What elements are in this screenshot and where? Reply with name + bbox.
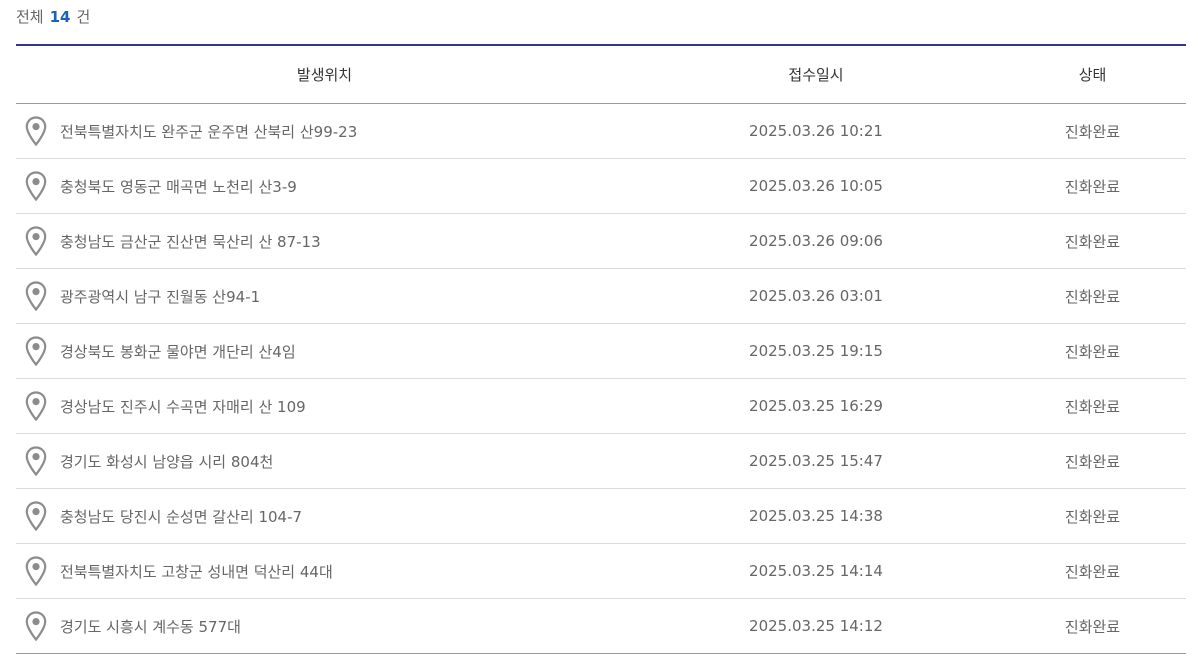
list-row[interactable]: 경기도 시흥시 계수동 577대 2025.03.25 14:12 진화완료 <box>16 599 1186 654</box>
row-status: 진화완료 <box>1064 177 1121 196</box>
row-date: 2025.03.25 15:47 <box>749 452 883 470</box>
list-row[interactable]: 경기도 화성시 남양읍 시리 804천 2025.03.25 15:47 진화완… <box>16 434 1186 489</box>
row-date: 2025.03.25 16:29 <box>749 397 883 415</box>
row-location-cell: 충청남도 당진시 순성면 갈산리 104-7 <box>16 501 633 531</box>
row-location[interactable]: 충청북도 영동군 매곡면 노천리 산3-9 <box>60 176 297 197</box>
row-status: 진화완료 <box>1064 562 1121 581</box>
list-row[interactable]: 충청북도 영동군 매곡면 노천리 산3-9 2025.03.26 10:05 진… <box>16 159 1186 214</box>
row-location[interactable]: 경기도 화성시 남양읍 시리 804천 <box>60 451 273 472</box>
row-location[interactable]: 충청남도 금산군 진산면 묵산리 산 87-13 <box>60 231 321 252</box>
list-row[interactable]: 전북특별자치도 완주군 운주면 산북리 산99-23 2025.03.26 10… <box>16 104 1186 159</box>
row-status: 진화완료 <box>1064 342 1121 361</box>
row-status: 진화완료 <box>1064 122 1121 141</box>
row-location[interactable]: 전북특별자치도 완주군 운주면 산북리 산99-23 <box>60 121 357 142</box>
list-header: 발생위치 접수일시 상태 <box>16 46 1186 104</box>
map-pin-icon <box>25 391 47 421</box>
row-date: 2025.03.25 14:12 <box>749 617 883 635</box>
row-location[interactable]: 전북특별자치도 고창군 성내면 덕산리 44대 <box>60 561 333 582</box>
row-date: 2025.03.25 19:15 <box>749 342 883 360</box>
total-count: 전체 14 건 <box>16 6 90 28</box>
row-date: 2025.03.25 14:38 <box>749 507 883 525</box>
row-status: 진화완료 <box>1064 397 1121 416</box>
list-body: 전북특별자치도 완주군 운주면 산북리 산99-23 2025.03.26 10… <box>16 104 1186 654</box>
list-row[interactable]: 광주광역시 남구 진월동 산94-1 2025.03.26 03:01 진화완료 <box>16 269 1186 324</box>
map-pin-icon <box>25 611 47 641</box>
row-status: 진화완료 <box>1064 452 1121 471</box>
column-header-date: 접수일시 <box>788 66 844 84</box>
map-pin-icon <box>25 116 47 146</box>
row-location-cell: 충청북도 영동군 매곡면 노천리 산3-9 <box>16 171 633 201</box>
map-pin-icon <box>25 281 47 311</box>
list-row[interactable]: 충청남도 당진시 순성면 갈산리 104-7 2025.03.25 14:38 … <box>16 489 1186 544</box>
total-count-number: 14 <box>49 8 71 26</box>
map-pin-icon <box>25 501 47 531</box>
row-status: 진화완료 <box>1064 232 1121 251</box>
row-status: 진화완료 <box>1064 507 1121 526</box>
row-location[interactable]: 충청남도 당진시 순성면 갈산리 104-7 <box>60 506 302 527</box>
list-row[interactable]: 경상북도 봉화군 물야면 개단리 산4임 2025.03.25 19:15 진화… <box>16 324 1186 379</box>
row-location[interactable]: 경상남도 진주시 수곡면 자매리 산 109 <box>60 396 306 417</box>
map-pin-icon <box>25 226 47 256</box>
row-status: 진화완료 <box>1064 287 1121 306</box>
row-status: 진화완료 <box>1064 617 1121 636</box>
map-pin-icon <box>25 336 47 366</box>
row-date: 2025.03.26 10:21 <box>749 122 883 140</box>
row-location-cell: 경기도 화성시 남양읍 시리 804천 <box>16 446 633 476</box>
row-date: 2025.03.25 14:14 <box>749 562 883 580</box>
row-date: 2025.03.26 03:01 <box>749 287 883 305</box>
map-pin-icon <box>25 556 47 586</box>
map-pin-icon <box>25 446 47 476</box>
column-header-status: 상태 <box>1078 66 1107 84</box>
row-location[interactable]: 경기도 시흥시 계수동 577대 <box>60 616 241 637</box>
row-location-cell: 전북특별자치도 완주군 운주면 산북리 산99-23 <box>16 116 633 146</box>
total-count-prefix: 전체 <box>16 8 44 26</box>
list-row[interactable]: 전북특별자치도 고창군 성내면 덕산리 44대 2025.03.25 14:14… <box>16 544 1186 599</box>
row-location-cell: 충청남도 금산군 진산면 묵산리 산 87-13 <box>16 226 633 256</box>
row-location[interactable]: 광주광역시 남구 진월동 산94-1 <box>60 286 260 307</box>
column-header-location: 발생위치 <box>296 66 353 84</box>
fire-incident-list: 발생위치 접수일시 상태 전북특별자치도 완주군 운주면 산북리 산99-23 … <box>16 44 1186 654</box>
list-row[interactable]: 충청남도 금산군 진산면 묵산리 산 87-13 2025.03.26 09:0… <box>16 214 1186 269</box>
row-location-cell: 경기도 시흥시 계수동 577대 <box>16 611 633 641</box>
row-location-cell: 경상북도 봉화군 물야면 개단리 산4임 <box>16 336 633 366</box>
row-location[interactable]: 경상북도 봉화군 물야면 개단리 산4임 <box>60 341 296 362</box>
row-location-cell: 전북특별자치도 고창군 성내면 덕산리 44대 <box>16 556 633 586</box>
row-date: 2025.03.26 10:05 <box>749 177 883 195</box>
total-count-suffix: 건 <box>76 8 91 26</box>
row-location-cell: 경상남도 진주시 수곡면 자매리 산 109 <box>16 391 633 421</box>
row-date: 2025.03.26 09:06 <box>749 232 883 250</box>
list-row[interactable]: 경상남도 진주시 수곡면 자매리 산 109 2025.03.25 16:29 … <box>16 379 1186 434</box>
row-location-cell: 광주광역시 남구 진월동 산94-1 <box>16 281 633 311</box>
map-pin-icon <box>25 171 47 201</box>
